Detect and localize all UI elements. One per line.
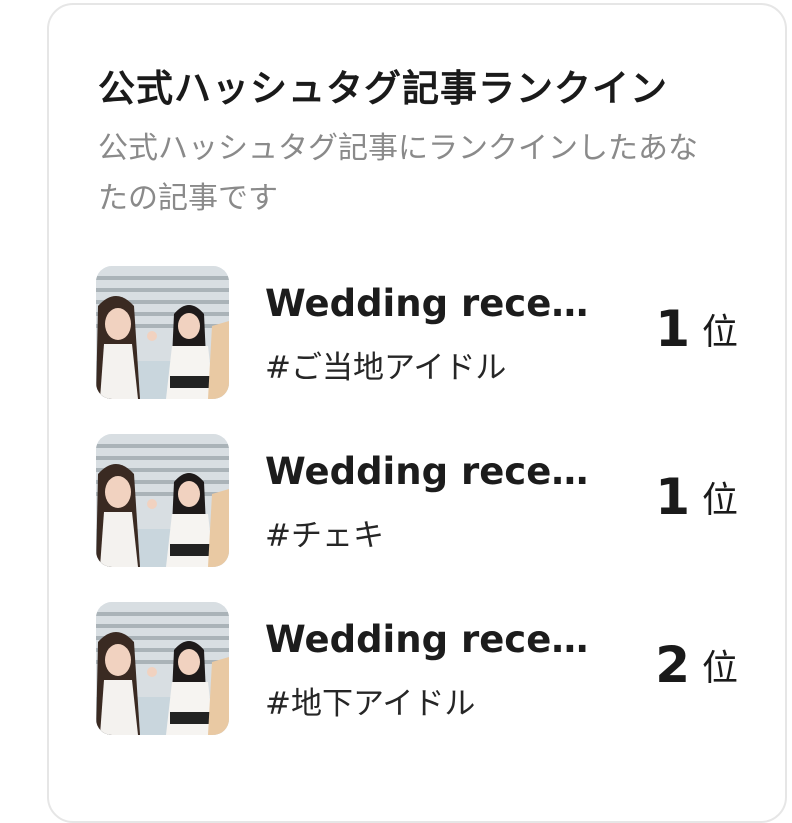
card-title: 公式ハッシュタグ記事ランクイン bbox=[98, 67, 668, 110]
photo-two-girls-icon bbox=[96, 434, 229, 567]
photo-two-girls-icon bbox=[96, 266, 229, 399]
article-hashtag: #チェキ bbox=[265, 518, 384, 554]
article-title: Wedding rece… bbox=[265, 282, 589, 325]
rank-badge: 1位 bbox=[655, 468, 738, 526]
rank-unit: 位 bbox=[701, 312, 738, 353]
rank-unit: 位 bbox=[701, 480, 738, 521]
photo-two-girls-icon bbox=[96, 602, 229, 735]
rank-unit: 位 bbox=[701, 648, 738, 689]
article-hashtag: #地下アイドル bbox=[265, 686, 476, 722]
article-title: Wedding rece… bbox=[265, 618, 589, 661]
rank-number: 1 bbox=[655, 300, 690, 358]
rank-number: 2 bbox=[655, 636, 690, 694]
ranking-list: Wedding rece… #ご当地アイドル 1位 Wedding rece… … bbox=[96, 266, 756, 770]
rank-number: 1 bbox=[655, 468, 690, 526]
rank-badge: 1位 bbox=[655, 300, 738, 358]
article-hashtag: #ご当地アイドル bbox=[265, 350, 507, 386]
article-title: Wedding rece… bbox=[265, 450, 589, 493]
ranking-item[interactable]: Wedding rece… #チェキ 1位 bbox=[96, 434, 756, 567]
rank-badge: 2位 bbox=[655, 636, 738, 694]
card-description: 公式ハッシュタグ記事にランクインしたあなたの記事です bbox=[98, 131, 698, 216]
ranking-item[interactable]: Wedding rece… #ご当地アイドル 1位 bbox=[96, 266, 756, 399]
ranking-item[interactable]: Wedding rece… #地下アイドル 2位 bbox=[96, 602, 756, 735]
